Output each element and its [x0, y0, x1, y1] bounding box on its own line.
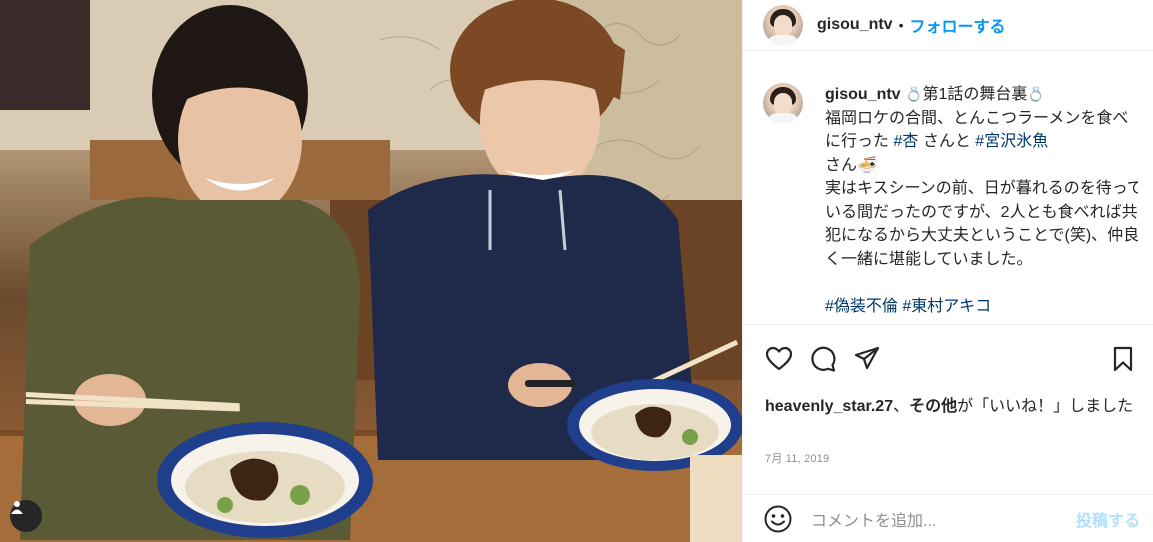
comment-icon[interactable] — [809, 345, 837, 373]
separator-dot: • — [898, 17, 904, 33]
instagram-post-window: gisou_ntv • フォローする gisou_ntv 💍第1話の舞台裏💍 福… — [0, 0, 1153, 542]
comment-bar: コメントを追加... 投稿する — [743, 494, 1153, 542]
comment-input[interactable]: コメントを追加... — [811, 507, 1076, 531]
ring-emoji-2: 💍 — [1027, 86, 1045, 102]
post-caption: gisou_ntv 💍第1話の舞台裏💍 福岡ロケの合間、とんこつラーメンを食べに… — [763, 83, 1138, 323]
post-sidebar: gisou_ntv • フォローする gisou_ntv 💍第1話の舞台裏💍 福… — [742, 0, 1153, 542]
caption-body: 実はキスシーンの前、日が暮れるのを待っている間だったのですが、2人とも食べれば共… — [825, 180, 1138, 268]
user-tag-icon — [11, 501, 23, 514]
heart-icon[interactable] — [765, 345, 793, 373]
hashtag-link-2[interactable]: #宮沢氷魚 — [975, 133, 1048, 150]
avatar[interactable] — [763, 5, 803, 45]
caption-title: 第1話の舞台裏 — [922, 86, 1028, 103]
ring-emoji: 💍 — [905, 86, 923, 102]
username[interactable]: gisou_ntv — [817, 16, 893, 34]
hashtag-tail[interactable]: #偽装不倫 #東村アキコ — [825, 298, 991, 315]
photo-illustration — [0, 0, 742, 542]
post-header: gisou_ntv • フォローする — [743, 0, 1153, 51]
caption-text: gisou_ntv 💍第1話の舞台裏💍 福岡ロケの合間、とんこつラーメンを食べに… — [825, 83, 1138, 318]
caption-line-b: さん — [825, 156, 858, 174]
post-date[interactable]: 7月 11, 2019 — [765, 450, 829, 466]
caption-avatar[interactable] — [763, 83, 803, 123]
likes-others-link[interactable]: その他 — [909, 398, 957, 415]
likes-summary: heavenly_star.27、その他が「いいね！」しました — [765, 395, 1145, 419]
action-bar — [743, 324, 1153, 395]
bookmark-icon[interactable] — [1109, 345, 1137, 373]
post-comment-button[interactable]: 投稿する — [1076, 507, 1140, 531]
smiley-icon[interactable] — [763, 504, 793, 534]
ramen-emoji: 🍜 — [857, 156, 877, 174]
likes-connector: 、 — [893, 398, 910, 415]
caption-username[interactable]: gisou_ntv — [825, 86, 901, 103]
caption-mid: さんと — [922, 133, 971, 150]
post-photo[interactable] — [0, 0, 742, 542]
user-tag-button[interactable] — [10, 500, 42, 532]
hashtag-link[interactable]: #杏 — [893, 133, 918, 150]
likes-suffix: が「いいね！」しました — [957, 398, 1134, 415]
liker-username[interactable]: heavenly_star.27 — [765, 398, 893, 415]
paper-plane-icon[interactable] — [853, 345, 881, 373]
follow-button[interactable]: フォローする — [909, 13, 1005, 37]
